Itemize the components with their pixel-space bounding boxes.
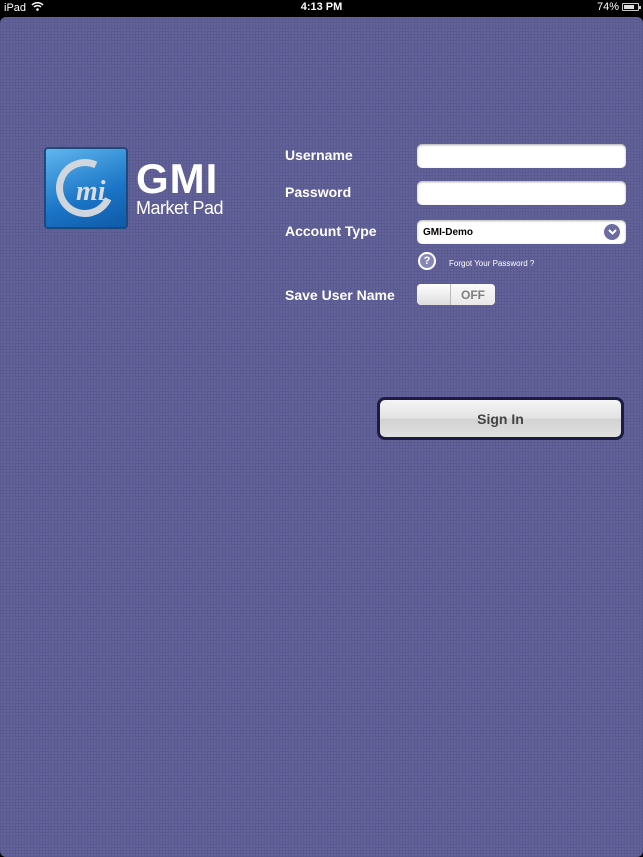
battery-fill xyxy=(624,5,634,9)
logo-subtitle: Market Pad xyxy=(136,198,224,218)
forgot-password-link[interactable]: Forgot Your Password ? xyxy=(449,259,534,268)
gmi-logo: mi GMI Market Pad xyxy=(44,147,224,229)
account-type-value: GMI-Demo xyxy=(423,226,473,238)
password-input[interactable] xyxy=(417,181,626,205)
help-icon[interactable]: ? xyxy=(418,252,436,270)
battery-percent: 74% xyxy=(596,1,619,13)
chevron-down-icon[interactable] xyxy=(604,224,620,240)
login-screen: mi GMI Market Pad Username Password Acco… xyxy=(0,17,643,857)
username-label: Username xyxy=(285,147,353,163)
clock: 4:13 PM xyxy=(300,1,343,13)
save-username-toggle[interactable]: OFF xyxy=(417,284,495,305)
status-bar: iPad 4:13 PM 74% xyxy=(0,0,643,17)
sign-in-button[interactable]: Sign In xyxy=(377,397,624,440)
toggle-state: OFF xyxy=(451,284,495,305)
username-input[interactable] xyxy=(417,144,626,168)
battery-icon xyxy=(622,3,641,11)
logo-monogram: mi xyxy=(76,176,106,207)
account-type-label: Account Type xyxy=(285,223,377,239)
logo-text: GMI Market Pad xyxy=(136,155,224,218)
account-type-select[interactable]: GMI-Demo xyxy=(417,220,626,244)
save-username-label: Save User Name xyxy=(285,287,395,303)
logo-title: GMI xyxy=(136,155,219,202)
toggle-knob[interactable] xyxy=(417,284,451,305)
status-right: 74% xyxy=(596,1,641,13)
password-label: Password xyxy=(285,184,352,200)
logo-badge-icon: mi xyxy=(44,147,128,229)
